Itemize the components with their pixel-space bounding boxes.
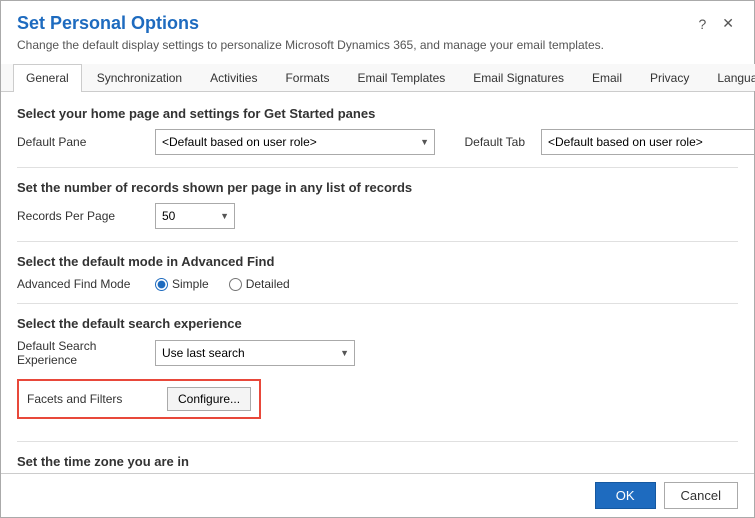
facets-filters-row: Facets and Filters Configure... <box>17 379 261 419</box>
records-per-page-select[interactable]: 50 <box>155 203 235 229</box>
tab-email-templates[interactable]: Email Templates <box>344 64 458 91</box>
help-button[interactable]: ? <box>694 14 710 34</box>
cancel-button[interactable]: Cancel <box>664 482 738 509</box>
advanced-find-section-title: Select the default mode in Advanced Find <box>17 254 738 269</box>
tab-privacy[interactable]: Privacy <box>637 64 702 91</box>
advanced-find-label: Advanced Find Mode <box>17 277 147 291</box>
dialog-title-icons: ? ✕ <box>694 13 738 34</box>
tab-general[interactable]: General <box>13 64 82 92</box>
advanced-find-row: Advanced Find Mode Simple Detailed <box>17 277 738 291</box>
search-label-stacked: Default Search Experience <box>17 339 147 367</box>
search-row: Default Search Experience Use last searc… <box>17 339 738 367</box>
dialog-header: Set Personal Options ? ✕ Change the defa… <box>1 1 754 56</box>
records-section-title: Set the number of records shown per page… <box>17 180 738 195</box>
separator-3 <box>17 303 738 304</box>
dialog: Set Personal Options ? ✕ Change the defa… <box>0 0 755 518</box>
radio-simple[interactable] <box>155 278 168 291</box>
radio-simple-text: Simple <box>172 277 209 291</box>
records-per-page-select-wrapper: 50 <box>155 203 235 229</box>
default-pane-select-wrapper: <Default based on user role> <box>155 129 435 155</box>
search-label-2: Experience <box>17 353 147 367</box>
close-button[interactable]: ✕ <box>718 13 738 34</box>
ok-button[interactable]: OK <box>595 482 656 509</box>
default-pane-row: Default Pane <Default based on user role… <box>17 129 738 155</box>
radio-detailed-text: Detailed <box>246 277 290 291</box>
records-per-page-label: Records Per Page <box>17 209 147 223</box>
configure-button[interactable]: Configure... <box>167 387 251 411</box>
radio-detailed-label[interactable]: Detailed <box>229 277 290 291</box>
radio-detailed[interactable] <box>229 278 242 291</box>
default-pane-label: Default Pane <box>17 135 147 149</box>
search-select[interactable]: Use last search <box>155 340 355 366</box>
search-label: Default Search <box>17 339 147 353</box>
home-page-section-title: Select your home page and settings for G… <box>17 106 738 121</box>
default-pane-select[interactable]: <Default based on user role> <box>155 129 435 155</box>
search-section-title: Select the default search experience <box>17 316 738 331</box>
dialog-subtitle: Change the default display settings to p… <box>17 38 738 52</box>
tab-email-signatures[interactable]: Email Signatures <box>460 64 577 91</box>
separator-4 <box>17 441 738 442</box>
dialog-body: Select your home page and settings for G… <box>1 92 754 473</box>
tab-activities[interactable]: Activities <box>197 64 270 91</box>
default-tab-label: Default Tab <box>443 135 533 149</box>
separator-2 <box>17 241 738 242</box>
search-select-wrapper: Use last search <box>155 340 355 366</box>
default-tab-select-wrapper: <Default based on user role> <box>541 129 754 155</box>
tab-formats[interactable]: Formats <box>272 64 342 91</box>
tab-email[interactable]: Email <box>579 64 635 91</box>
dialog-title: Set Personal Options <box>17 13 199 34</box>
default-tab-select[interactable]: <Default based on user role> <box>541 129 754 155</box>
radio-simple-label[interactable]: Simple <box>155 277 209 291</box>
tabs-bar: General Synchronization Activities Forma… <box>1 64 754 92</box>
separator-1 <box>17 167 738 168</box>
timezone-section-title: Set the time zone you are in <box>17 454 738 469</box>
records-per-page-row: Records Per Page 50 <box>17 203 738 229</box>
tab-synchronization[interactable]: Synchronization <box>84 64 195 91</box>
dialog-footer: OK Cancel <box>1 473 754 517</box>
advanced-find-radio-group: Simple Detailed <box>155 277 290 291</box>
tab-languages[interactable]: Languages <box>704 64 755 91</box>
facets-filters-label: Facets and Filters <box>27 392 157 406</box>
